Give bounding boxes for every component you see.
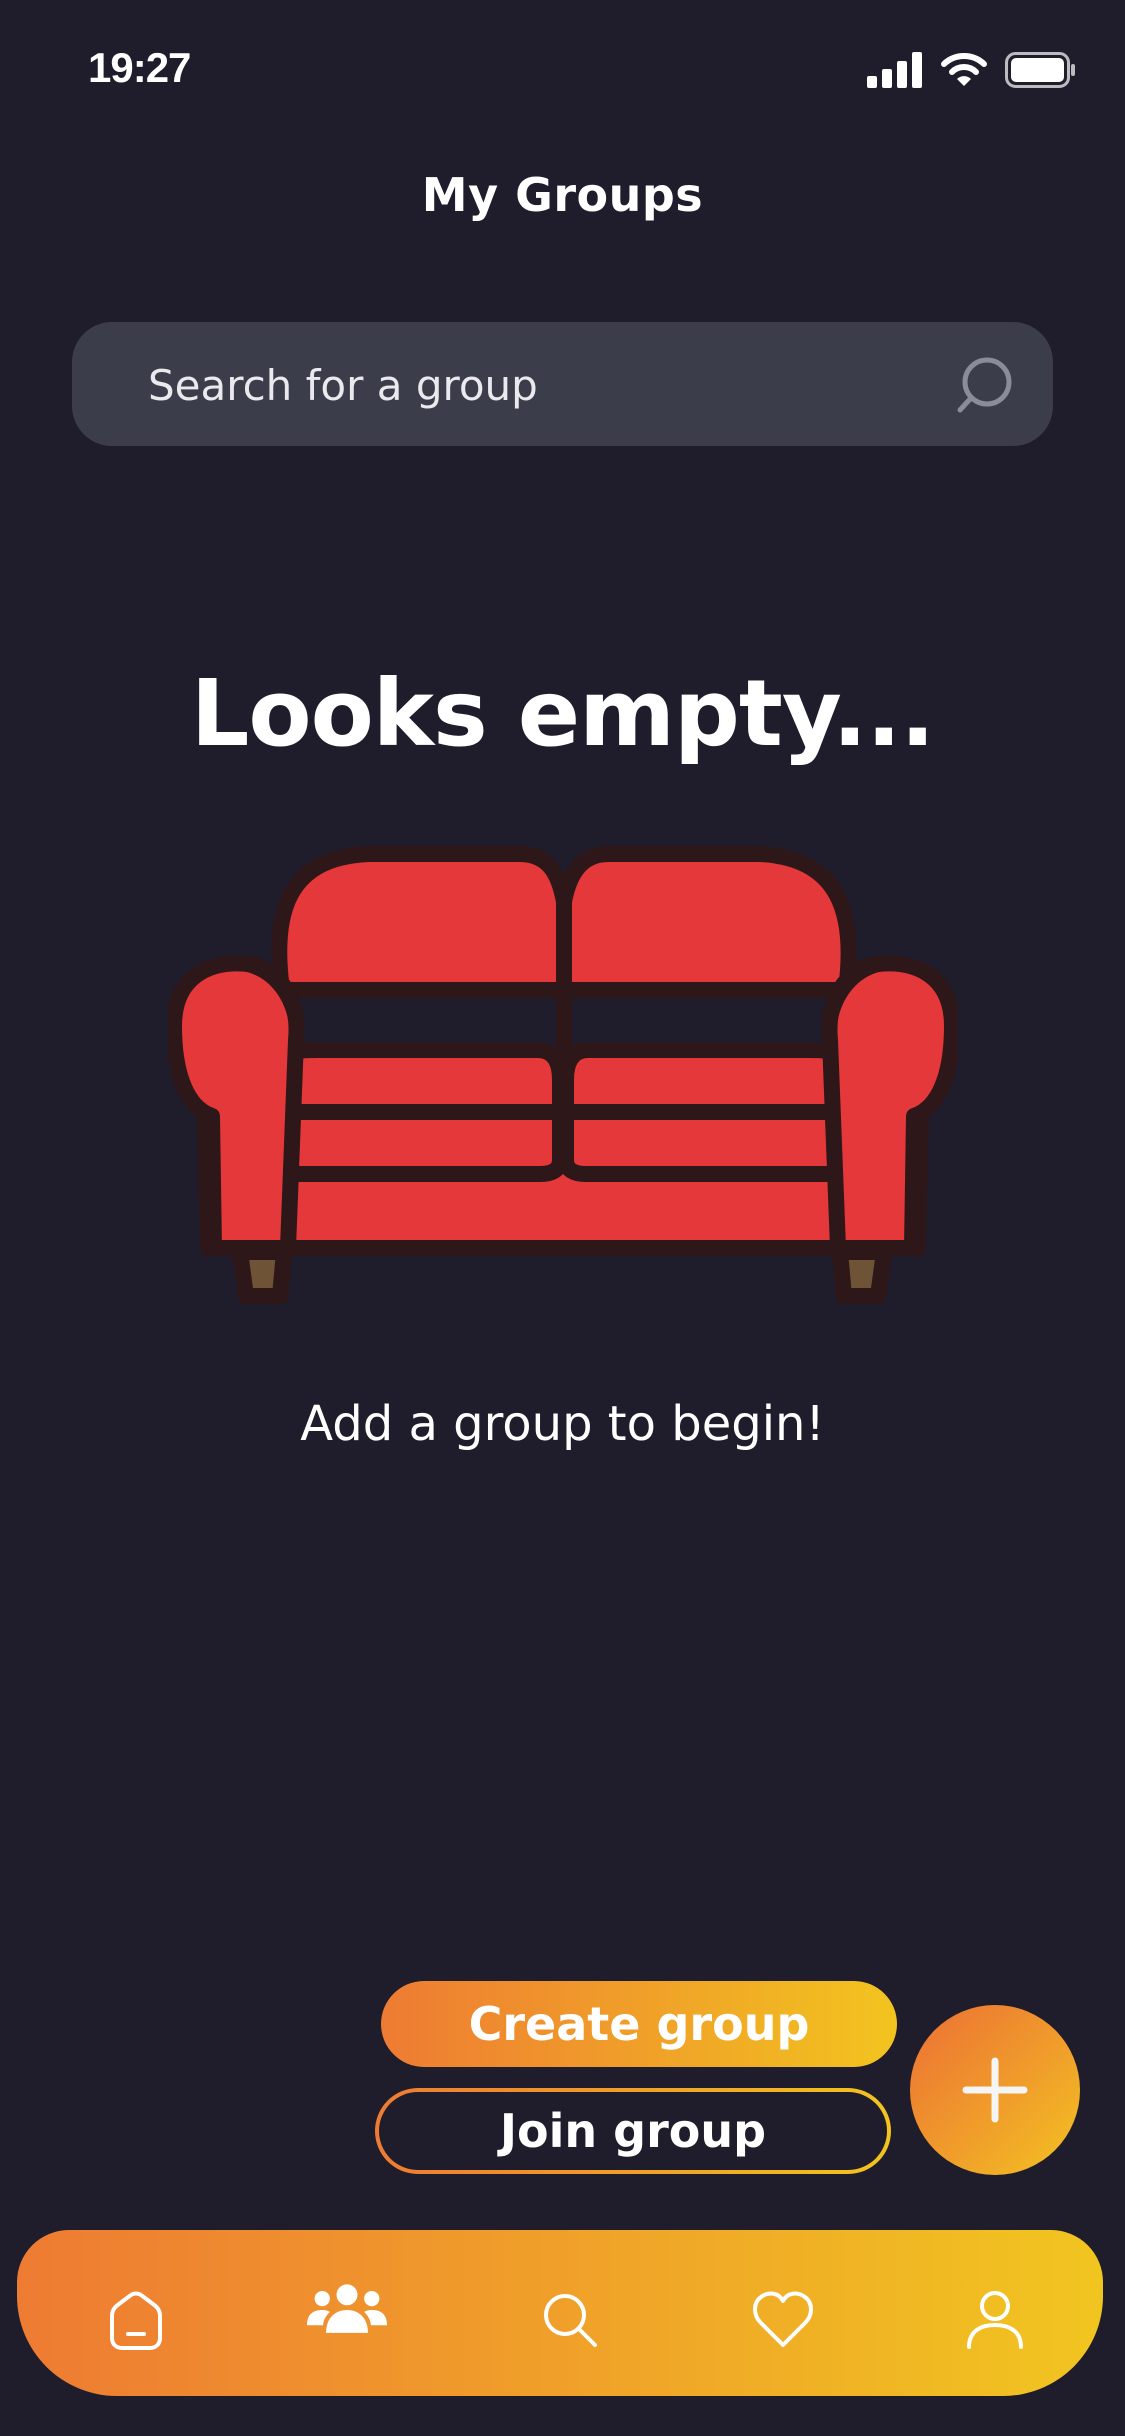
plus-icon <box>962 2057 1028 2123</box>
search-input[interactable] <box>146 322 930 448</box>
search-icon <box>544 2294 597 2347</box>
sofa-illustration <box>168 846 958 1304</box>
tab-profile[interactable] <box>955 2280 1035 2360</box>
empty-state-title: Looks empty... <box>190 660 935 767</box>
join-group-button[interactable]: Join group <box>375 2088 891 2174</box>
tab-home[interactable] <box>96 2280 176 2360</box>
profile-icon <box>967 2291 1023 2349</box>
tab-search[interactable] <box>530 2280 610 2360</box>
status-time: 19:27 <box>88 44 191 91</box>
search-bar[interactable] <box>72 322 1053 448</box>
home-icon <box>110 2291 162 2350</box>
groups-icon <box>307 2284 387 2333</box>
tab-groups[interactable] <box>307 2270 387 2350</box>
cellular-signal-icon <box>867 52 922 88</box>
search-icon[interactable] <box>955 354 1017 416</box>
create-group-button[interactable]: Create group <box>381 1981 897 2067</box>
wifi-icon <box>941 53 987 86</box>
empty-state-subtitle: Add a group to begin! <box>300 1396 825 1452</box>
status-icons <box>867 50 1077 90</box>
status-bar: 19:27 <box>0 0 1125 130</box>
page-title: My Groups <box>421 168 704 222</box>
add-fab-button[interactable] <box>910 2005 1080 2175</box>
bottom-tab-bar <box>17 2230 1103 2396</box>
heart-icon <box>753 2291 813 2347</box>
battery-icon <box>1005 52 1075 88</box>
tab-favorites[interactable] <box>743 2280 823 2360</box>
